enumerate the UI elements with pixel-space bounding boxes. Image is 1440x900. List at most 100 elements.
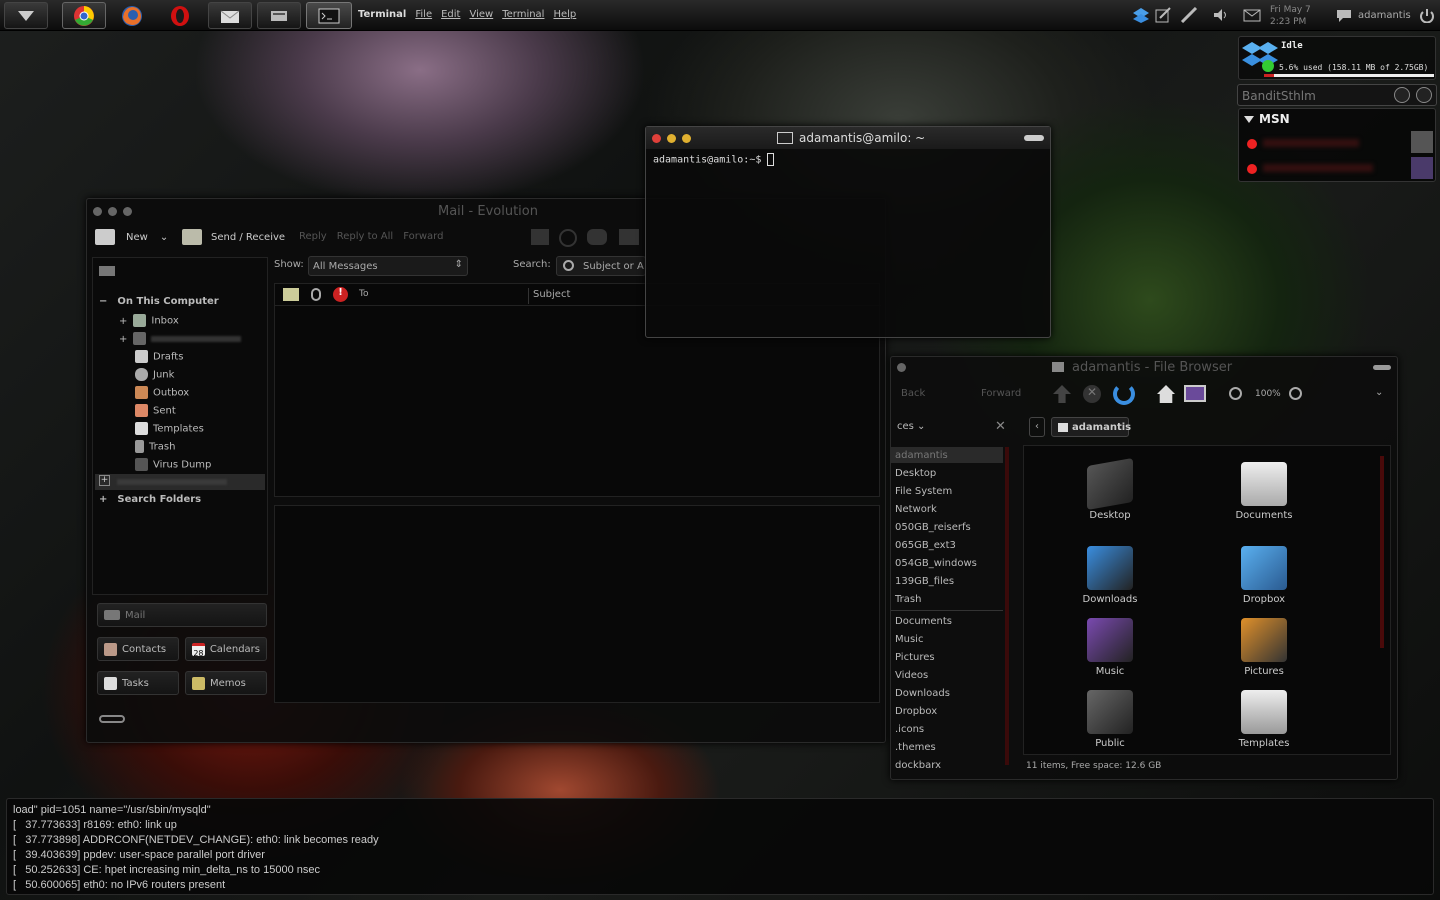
clock[interactable]: Fri May 7 2:23 PM — [1270, 4, 1311, 28]
place-file-system[interactable]: File System — [895, 486, 952, 497]
mail-switch-button[interactable]: Mail — [97, 603, 267, 627]
shade-button[interactable] — [1024, 135, 1044, 141]
file-item-public[interactable]: Public — [1050, 690, 1170, 749]
place-trash[interactable]: Trash — [895, 594, 921, 605]
memos-switch-button[interactable]: Memos — [185, 671, 267, 695]
stop-icon[interactable] — [559, 229, 577, 247]
files-launcher[interactable] — [257, 2, 301, 29]
opera-launcher[interactable] — [158, 2, 202, 29]
location-crumb[interactable]: adamantis — [1051, 417, 1131, 437]
mail-tray-icon[interactable] — [1243, 7, 1261, 23]
file-browser-titlebar[interactable]: adamantis - File Browser — [891, 357, 1397, 377]
folder-sent[interactable]: Sent — [135, 404, 176, 417]
bookmark-pictures[interactable]: Pictures — [895, 652, 935, 663]
collapse-triangle-icon[interactable] — [1244, 114, 1254, 124]
msn-name-input[interactable]: BanditSthlm — [1242, 89, 1316, 103]
mail-launcher[interactable] — [208, 2, 252, 29]
file-item-dropbox[interactable]: Dropbox — [1204, 546, 1324, 605]
stop-icon[interactable]: ✕ — [1083, 385, 1101, 403]
minimize-button[interactable] — [667, 133, 676, 143]
folder-junk[interactable]: Junk — [135, 368, 174, 381]
search-input[interactable]: Subject or A — [556, 256, 646, 276]
contact-name-redacted[interactable] — [1263, 164, 1373, 172]
bookmark-icons[interactable]: .icons — [895, 724, 924, 735]
volume-tray-icon[interactable] — [1212, 7, 1230, 23]
minimize-button[interactable] — [108, 206, 117, 216]
folder-outbox[interactable]: Outbox — [135, 386, 189, 399]
attachment-column-icon[interactable] — [311, 288, 321, 301]
icon-view[interactable]: Desktop Documents Downloads Dropbox Musi… — [1023, 445, 1391, 755]
computer-icon[interactable] — [1184, 385, 1206, 402]
bookmark-downloads[interactable]: Downloads — [895, 688, 950, 699]
to-column[interactable]: To — [359, 289, 368, 299]
file-item-documents[interactable]: Documents — [1204, 462, 1324, 521]
zoom-in-icon[interactable] — [1289, 387, 1302, 400]
up-arrow-icon[interactable] — [1053, 385, 1071, 403]
firefox-launcher[interactable] — [110, 2, 154, 29]
new-button[interactable]: New ⌄ — [95, 229, 168, 245]
folder-redacted[interactable]: + — [119, 332, 242, 345]
reply-button[interactable]: Reply — [299, 231, 327, 242]
folder-inbox[interactable]: + Inbox — [119, 314, 179, 327]
menu-file[interactable]: File — [415, 9, 432, 20]
tasks-switch-button[interactable]: Tasks — [97, 671, 179, 695]
zoom-out-icon[interactable] — [1229, 387, 1242, 400]
sidebar-scrollbar[interactable] — [1005, 447, 1009, 765]
sidebar-title[interactable]: ces ⌄ — [897, 421, 925, 432]
not-junk-icon[interactable] — [619, 229, 639, 245]
calendars-switch-button[interactable]: 28 Calendars — [185, 637, 267, 661]
menu-terminal[interactable]: Terminal — [502, 9, 544, 20]
bookmark-themes[interactable]: .themes — [895, 742, 936, 753]
folder-templates[interactable]: Templates — [135, 422, 204, 435]
file-item-desktop[interactable]: Desktop — [1050, 457, 1170, 521]
forward-button[interactable]: Forward — [981, 388, 1021, 399]
priority-column-icon[interactable]: ! — [333, 287, 348, 302]
menu-help[interactable]: Help — [553, 9, 576, 20]
file-item-templates[interactable]: Templates — [1204, 690, 1324, 749]
place-065gb[interactable]: 065GB_ext3 — [895, 540, 956, 551]
connection-status-icon[interactable] — [99, 715, 125, 723]
place-050gb[interactable]: 050GB_reiserfs — [895, 522, 971, 533]
file-item-music[interactable]: Music — [1050, 618, 1170, 677]
bookmark-dropbox[interactable]: Dropbox — [895, 706, 937, 717]
file-item-downloads[interactable]: Downloads — [1050, 546, 1170, 605]
forward-button[interactable]: Forward — [403, 231, 443, 242]
dropbox-tray-icon[interactable] — [1132, 7, 1150, 23]
power-icon[interactable] — [1418, 7, 1436, 23]
folder-redacted-selected[interactable]: + — [95, 474, 265, 490]
close-button[interactable] — [93, 206, 102, 216]
network-tray-icon[interactable] — [1180, 7, 1198, 23]
terminal-launcher[interactable] — [306, 2, 352, 29]
folder-virus-dump[interactable]: Virus Dump — [135, 458, 211, 471]
print-icon[interactable] — [531, 229, 549, 245]
folder-group-on-this-computer[interactable]: − On This Computer — [99, 296, 219, 307]
maximize-button[interactable] — [682, 133, 691, 143]
bookmark-music[interactable]: Music — [895, 634, 923, 645]
status-column-icon[interactable] — [283, 288, 299, 301]
menu-view[interactable]: View — [469, 9, 493, 20]
send-receive-button[interactable]: Send / Receive — [182, 229, 285, 245]
close-button[interactable] — [652, 133, 661, 143]
folder-trash[interactable]: Trash — [135, 440, 175, 453]
subject-column[interactable]: Subject — [533, 289, 570, 300]
user-menu[interactable]: adamantis — [1358, 10, 1411, 21]
main-menu-button[interactable] — [4, 2, 48, 29]
settings-icon[interactable] — [1416, 87, 1432, 103]
reply-all-button[interactable]: Reply to All — [337, 231, 394, 242]
close-sidebar-icon[interactable]: ✕ — [995, 419, 1006, 434]
contact-name-redacted[interactable] — [1263, 139, 1359, 147]
play-icon[interactable] — [1394, 87, 1410, 103]
place-054gb[interactable]: 054GB_windows — [895, 558, 977, 569]
contacts-switch-button[interactable]: Contacts — [97, 637, 179, 661]
menu-edit[interactable]: Edit — [441, 9, 460, 20]
home-icon[interactable] — [1157, 385, 1175, 403]
terminal-titlebar[interactable]: adamantis@amilo: ~ — [646, 127, 1050, 149]
chat-tray-icon[interactable] — [1335, 7, 1353, 23]
icon-view-scrollbar[interactable] — [1380, 456, 1384, 648]
location-back-arrow[interactable]: ‹ — [1029, 417, 1045, 437]
place-desktop[interactable]: Desktop — [895, 468, 936, 479]
place-network[interactable]: Network — [895, 504, 937, 515]
place-adamantis[interactable]: adamantis — [895, 450, 948, 461]
back-button[interactable]: Back — [901, 388, 925, 399]
chrome-launcher[interactable] — [62, 2, 106, 29]
